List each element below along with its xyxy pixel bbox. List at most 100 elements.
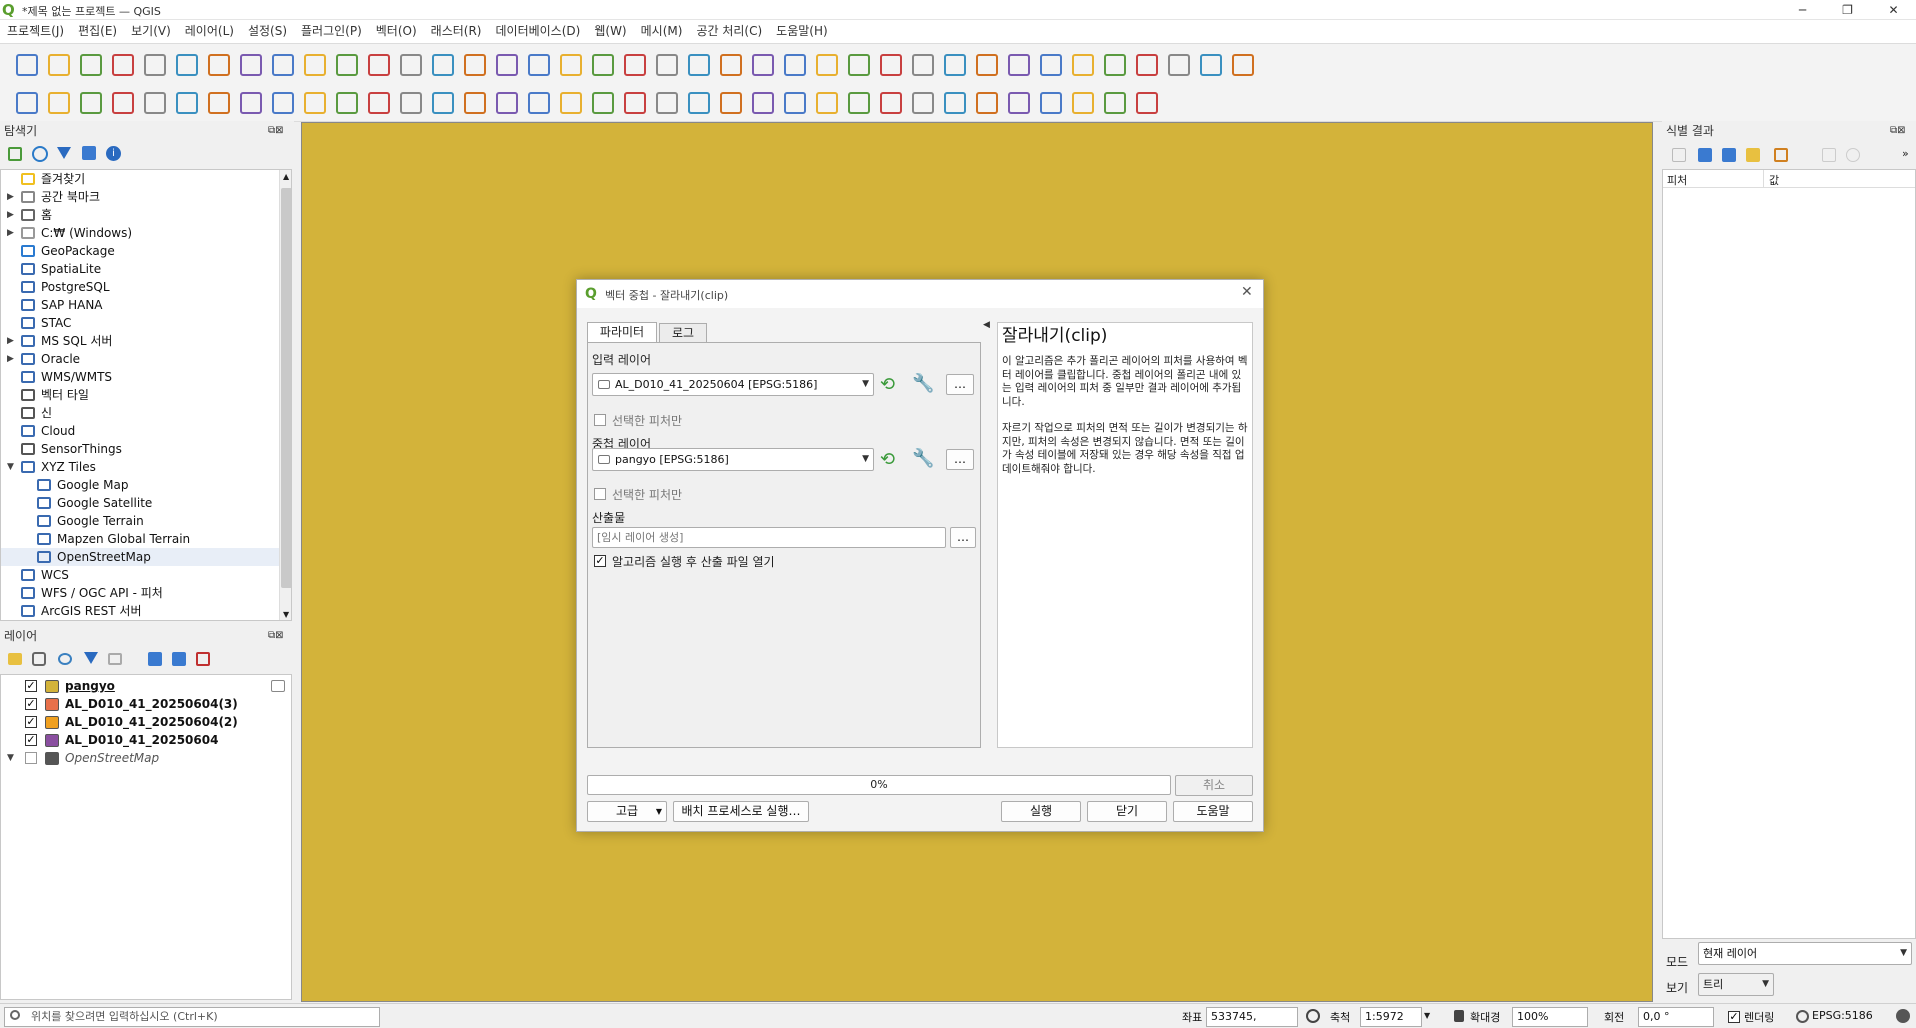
chevron-right-icon[interactable]: ▶ (7, 350, 14, 368)
crs-button[interactable]: EPSG:5186 (1812, 1009, 1873, 1022)
map-tool-icon[interactable] (368, 54, 390, 76)
edit-tool-icon[interactable] (1072, 92, 1094, 114)
map-tool-icon[interactable] (656, 54, 678, 76)
map-tool-icon[interactable] (880, 54, 902, 76)
edit-tool-icon[interactable] (880, 92, 902, 114)
collapse-all-layers-icon[interactable] (172, 652, 186, 666)
layer-symbol-icon[interactable] (45, 698, 59, 711)
edit-tool-icon[interactable] (208, 92, 230, 114)
edit-tool-icon[interactable] (1104, 92, 1126, 114)
map-tool-icon[interactable] (112, 54, 134, 76)
edit-tool-icon[interactable] (816, 92, 838, 114)
edit-tool-icon[interactable] (272, 92, 294, 114)
browser-item[interactable]: SAP HANA (1, 296, 279, 314)
layer-item[interactable]: ✓ AL_D010_41_20250604(3) (1, 695, 291, 713)
edit-tool-icon[interactable] (784, 92, 806, 114)
open-after-checkbox[interactable]: ✓ (594, 555, 606, 567)
edit-tool-icon[interactable] (592, 92, 614, 114)
locator-search-input[interactable]: 위치를 찾으려면 입력하십시오 (Ctrl+K) (4, 1007, 380, 1027)
scroll-thumb[interactable] (281, 188, 291, 588)
close-button[interactable]: 닫기 (1087, 801, 1167, 822)
tab-log[interactable]: 로그 (659, 323, 707, 342)
map-tool-icon[interactable] (1040, 54, 1062, 76)
menu-item[interactable]: 설정(S) (241, 20, 294, 42)
run-button[interactable]: 실행 (1001, 801, 1081, 822)
add-group-icon[interactable] (32, 652, 46, 666)
panel-float-close-icon[interactable]: ⧉⊠ (268, 125, 284, 136)
more-tools-icon[interactable]: » (1902, 147, 1909, 160)
add-selected-icon[interactable] (8, 147, 22, 161)
edit-tool-icon[interactable] (144, 92, 166, 114)
chevron-right-icon[interactable]: ▶ (7, 188, 14, 206)
edit-tool-icon[interactable] (688, 92, 710, 114)
map-tool-icon[interactable] (528, 54, 550, 76)
map-tool-icon[interactable] (336, 54, 358, 76)
filter-icon[interactable] (57, 147, 71, 159)
overlay-layer-select[interactable]: pangyo [EPSG:5186] ▼ (592, 448, 874, 471)
browser-item[interactable]: SpatiaLite (1, 260, 279, 278)
overlay-more-button[interactable]: … (946, 449, 974, 470)
menu-item[interactable]: 벡터(O) (369, 20, 424, 42)
menu-item[interactable]: 레이어(L) (178, 20, 241, 42)
chevron-right-icon[interactable]: ▶ (7, 224, 14, 242)
browser-item[interactable]: GeoPackage (1, 242, 279, 260)
map-tool-icon[interactable] (1104, 54, 1126, 76)
map-tool-icon[interactable] (560, 54, 582, 76)
browser-item[interactable]: WMS/WMTS (1, 368, 279, 386)
browser-item[interactable]: STAC (1, 314, 279, 332)
edit-tool-icon[interactable] (48, 92, 70, 114)
layer-item[interactable]: ✓ AL_D010_41_20250604 (1, 731, 291, 749)
edit-tool-icon[interactable] (304, 92, 326, 114)
scale-field[interactable]: 1:5972 (1360, 1007, 1422, 1027)
mode-select[interactable]: 현재 레이어 ▼ (1698, 942, 1912, 965)
view-select[interactable]: 트리 ▼ (1698, 973, 1774, 996)
manage-map-themes-icon[interactable] (58, 653, 72, 665)
advanced-button[interactable]: 고급 ▼ (587, 801, 667, 822)
map-tool-icon[interactable] (80, 54, 102, 76)
expand-new-icon[interactable] (1698, 148, 1712, 162)
browser-item[interactable]: WFS / OGC API - 피처 (1, 584, 279, 602)
layer-item[interactable]: ✓ pangyo (1, 677, 291, 695)
map-tool-icon[interactable] (944, 54, 966, 76)
coord-field[interactable]: 533745, 209200 (1206, 1007, 1298, 1027)
collapse-all-icon[interactable] (82, 146, 96, 160)
browser-item[interactable]: ArcGIS REST 서버 (1, 602, 279, 620)
browser-item[interactable]: Google Terrain (1, 512, 279, 530)
render-checkbox[interactable]: ✓ (1728, 1011, 1740, 1023)
chevron-right-icon[interactable]: ▶ (7, 206, 14, 224)
layer-symbol-icon[interactable] (45, 680, 59, 693)
map-tool-icon[interactable] (816, 54, 838, 76)
map-tool-icon[interactable] (240, 54, 262, 76)
map-tool-icon[interactable] (432, 54, 454, 76)
menu-item[interactable]: 래스터(R) (424, 20, 489, 42)
wrench-icon[interactable]: 🔧 (912, 449, 934, 471)
browser-item[interactable]: ▼ XYZ Tiles (1, 458, 279, 476)
browser-item[interactable]: ▶ MS SQL 서버 (1, 332, 279, 350)
toggle-extents-icon[interactable] (1306, 1009, 1320, 1023)
edit-tool-icon[interactable] (112, 92, 134, 114)
edit-tool-icon[interactable] (720, 92, 742, 114)
map-tool-icon[interactable] (784, 54, 806, 76)
browser-item[interactable]: ▶ Oracle (1, 350, 279, 368)
edit-tool-icon[interactable] (176, 92, 198, 114)
map-tool-icon[interactable] (1200, 54, 1222, 76)
close-window-icon[interactable]: ✕ (1871, 0, 1916, 20)
wrench-icon[interactable]: 🔧 (912, 374, 934, 396)
browser-item[interactable]: ▶ 홈 (1, 206, 279, 224)
menu-item[interactable]: 웹(W) (587, 20, 633, 42)
properties-info-icon[interactable]: i (106, 146, 121, 161)
messages-icon[interactable] (1896, 1009, 1910, 1023)
map-tool-icon[interactable] (912, 54, 934, 76)
map-tool-icon[interactable] (1008, 54, 1030, 76)
col-feature-header[interactable]: 피처 (1667, 172, 1687, 188)
input-layer-select[interactable]: AL_D010_41_20250604 [EPSG:5186] ▼ (592, 373, 874, 396)
edit-tool-icon[interactable] (400, 92, 422, 114)
browser-item[interactable]: ▶ 공간 북마크 (1, 188, 279, 206)
map-tool-icon[interactable] (1168, 54, 1190, 76)
menu-item[interactable]: 편집(E) (71, 20, 124, 42)
map-tool-icon[interactable] (304, 54, 326, 76)
menu-item[interactable]: 프로젝트(J) (0, 20, 71, 42)
selected-only-checkbox[interactable] (594, 414, 606, 426)
menu-item[interactable]: 보기(V) (124, 20, 178, 42)
magnifier-field[interactable]: 100% (1512, 1007, 1588, 1027)
